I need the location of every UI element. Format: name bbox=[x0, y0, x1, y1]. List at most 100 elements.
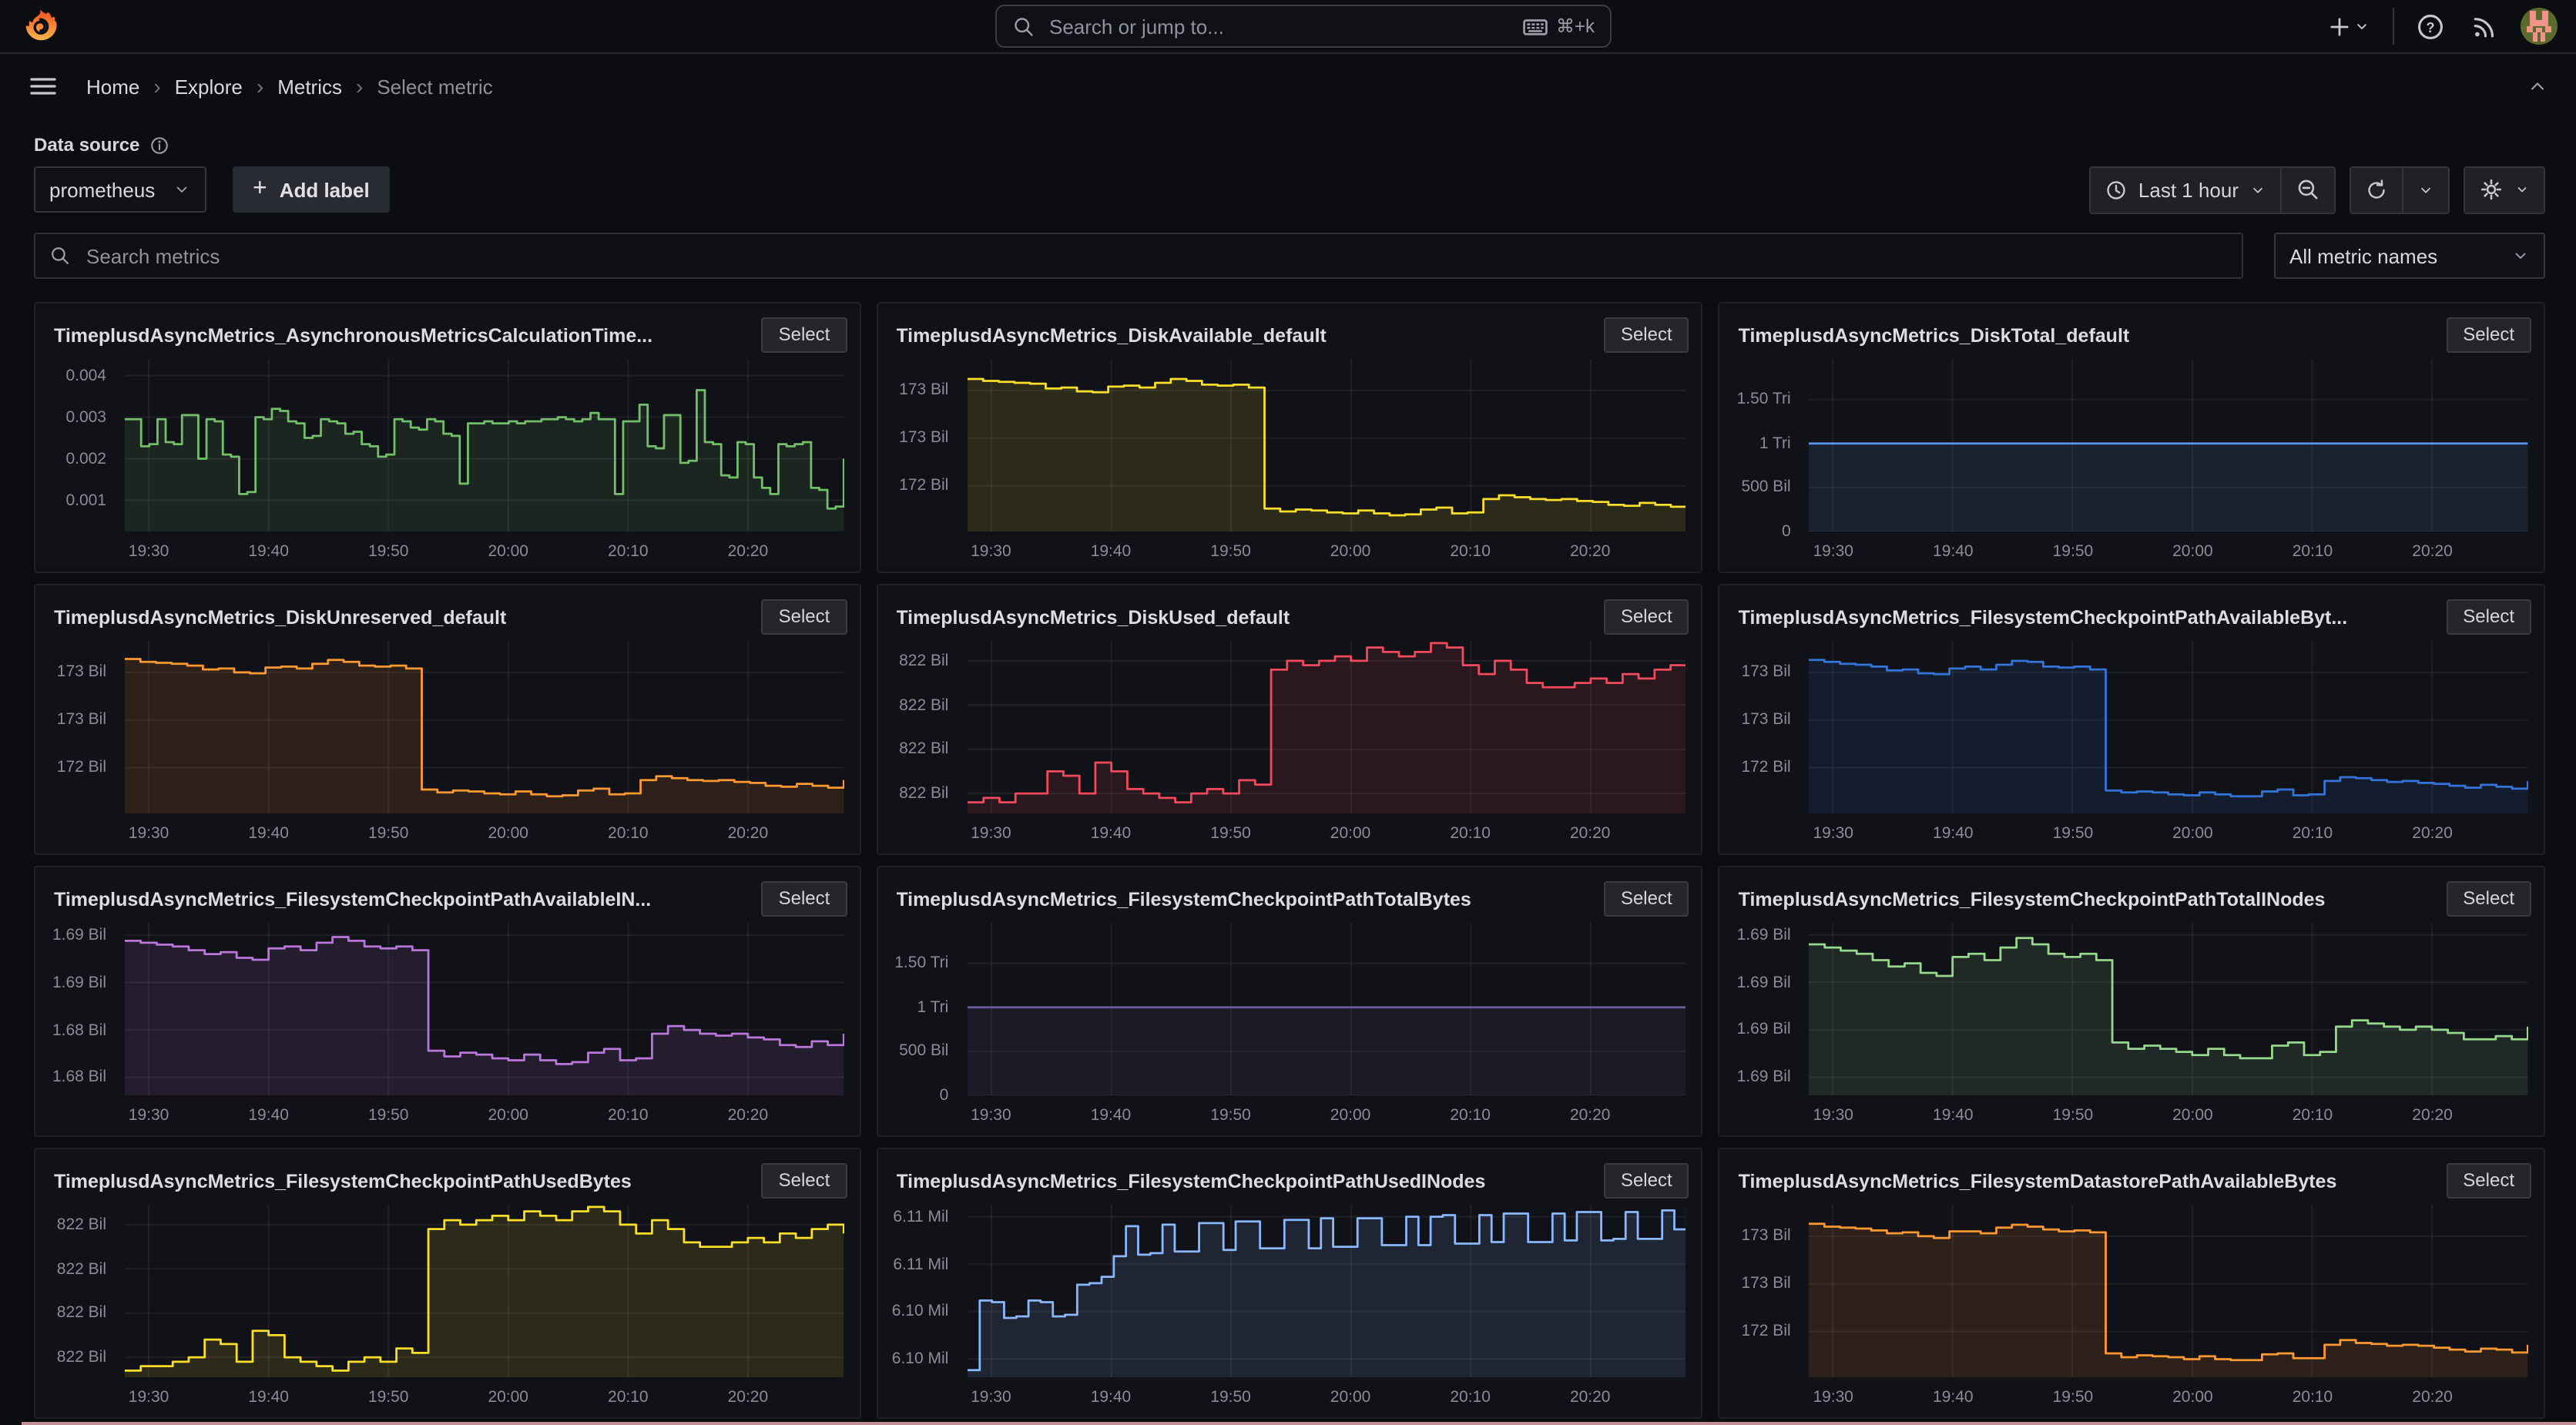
breadcrumb-separator: › bbox=[356, 74, 364, 99]
x-axis-label: 20:20 bbox=[1569, 542, 1611, 561]
metric-panel: TimeplusdAsyncMetrics_DiskUsed_default S… bbox=[876, 584, 1703, 855]
y-axis-label: 1.50 Tri bbox=[1736, 390, 1791, 409]
x-axis-label: 19:50 bbox=[2052, 542, 2094, 561]
panel-select-button[interactable]: Select bbox=[761, 317, 847, 353]
panel-header: TimeplusdAsyncMetrics_AsynchronousMetric… bbox=[35, 303, 859, 356]
x-axis-label: 19:30 bbox=[971, 542, 1011, 561]
top-search-input[interactable] bbox=[1046, 13, 1511, 39]
zoom-out-button[interactable] bbox=[2280, 167, 2334, 212]
breadcrumb-separator: › bbox=[256, 74, 264, 99]
metric-names-filter[interactable]: All metric names bbox=[2274, 233, 2545, 279]
time-series-chart bbox=[1809, 359, 2528, 531]
chevron-down-icon bbox=[2357, 24, 2366, 29]
panel-select-button[interactable]: Select bbox=[1603, 317, 1689, 353]
panel-select-button[interactable]: Select bbox=[1603, 1163, 1689, 1199]
collapse-icon[interactable] bbox=[2524, 72, 2551, 100]
y-axis-label: 1.69 Bil bbox=[1736, 973, 1791, 992]
x-axis-label: 19:40 bbox=[1933, 542, 1974, 561]
time-series-chart bbox=[967, 923, 1686, 1095]
divider bbox=[2393, 8, 2394, 45]
y-axis: 173 Bil 173 Bil 172 Bil bbox=[35, 641, 116, 813]
new-button[interactable] bbox=[2323, 10, 2374, 42]
add-label-text: Add label bbox=[279, 178, 370, 201]
panel-select-button[interactable]: Select bbox=[761, 881, 847, 917]
x-axis-label: 20:00 bbox=[2172, 824, 2213, 843]
time-series-chart bbox=[967, 641, 1686, 813]
refresh-button[interactable] bbox=[2351, 167, 2402, 212]
chart-plot-area bbox=[125, 923, 844, 1095]
data-source-picker[interactable]: prometheus bbox=[34, 166, 206, 213]
grafana-logo-icon[interactable] bbox=[22, 8, 59, 45]
x-axis-label: 20:10 bbox=[608, 542, 649, 561]
x-axis-label: 19:50 bbox=[367, 1106, 409, 1125]
breadcrumb-separator: › bbox=[153, 74, 161, 99]
chart-plot-area bbox=[1809, 1205, 2528, 1377]
breadcrumb-metrics[interactable]: Metrics bbox=[277, 75, 342, 98]
keyboard-shortcut-hint: ⌘+k bbox=[1522, 13, 1595, 39]
info-icon[interactable] bbox=[149, 135, 169, 155]
chart-plot-area bbox=[1809, 359, 2528, 531]
time-range-button[interactable]: Last 1 hour bbox=[2091, 167, 2280, 212]
bottom-edge-strip bbox=[22, 1421, 2576, 1425]
x-axis-label: 20:10 bbox=[1450, 1388, 1491, 1407]
y-axis-label: 1.69 Bil bbox=[52, 973, 106, 992]
help-icon[interactable]: ? bbox=[2413, 8, 2448, 44]
y-axis: 1.69 Bil 1.69 Bil 1.68 Bil 1.68 Bil bbox=[35, 923, 116, 1095]
user-avatar[interactable] bbox=[2521, 8, 2558, 45]
metric-panel: TimeplusdAsyncMetrics_DiskUnreserved_def… bbox=[34, 584, 861, 855]
panel-select-button[interactable]: Select bbox=[1603, 881, 1689, 917]
time-series-chart bbox=[125, 1205, 844, 1377]
settings-button[interactable] bbox=[2465, 167, 2544, 212]
x-axis-label: 19:40 bbox=[248, 824, 289, 843]
menu-icon[interactable] bbox=[25, 68, 62, 105]
y-axis-label: 173 Bil bbox=[1741, 662, 1791, 682]
x-axis-label: 19:40 bbox=[1090, 824, 1132, 843]
panel-select-button[interactable]: Select bbox=[2446, 599, 2531, 635]
panel-select-button[interactable]: Select bbox=[2446, 881, 2531, 917]
y-axis-label: 0.001 bbox=[65, 491, 106, 510]
x-axis-label: 20:00 bbox=[1330, 542, 1371, 561]
x-axis-label: 20:10 bbox=[2292, 824, 2333, 843]
x-axis-label: 20:20 bbox=[1569, 1106, 1611, 1125]
x-axis-label: 20:20 bbox=[727, 542, 769, 561]
x-axis: 19:30 19:40 19:50 20:00 20:10 20:20 bbox=[125, 1388, 844, 1410]
panel-title: TimeplusdAsyncMetrics_DiskUsed_default bbox=[896, 606, 1290, 628]
breadcrumb-explore[interactable]: Explore bbox=[175, 75, 243, 98]
x-axis: 19:30 19:40 19:50 20:00 20:10 20:20 bbox=[967, 1106, 1685, 1128]
refresh-group bbox=[2350, 166, 2450, 213]
y-axis-label: 0.004 bbox=[65, 366, 106, 385]
panel-title: TimeplusdAsyncMetrics_DiskTotal_default bbox=[1738, 324, 2130, 346]
refresh-icon bbox=[2368, 179, 2385, 198]
x-axis-label: 20:10 bbox=[1450, 824, 1491, 843]
y-axis-label: 822 Bil bbox=[56, 1348, 106, 1367]
top-search-box[interactable]: ⌘+k bbox=[995, 5, 1612, 48]
add-label-button[interactable]: + Add label bbox=[233, 166, 390, 213]
panel-select-button[interactable]: Select bbox=[2446, 1163, 2531, 1199]
x-axis-label: 20:00 bbox=[488, 1388, 528, 1407]
x-axis-label: 20:10 bbox=[608, 824, 649, 843]
panel-select-button[interactable]: Select bbox=[2446, 317, 2531, 353]
metrics-search-box[interactable] bbox=[34, 233, 2243, 279]
panel-select-button[interactable]: Select bbox=[1603, 599, 1689, 635]
refresh-interval-dropdown[interactable] bbox=[2402, 167, 2448, 212]
x-axis: 19:30 19:40 19:50 20:00 20:10 20:20 bbox=[1810, 1106, 2528, 1128]
x-axis-label: 20:10 bbox=[1450, 1106, 1491, 1125]
y-axis-label: 6.10 Mil bbox=[891, 1350, 949, 1369]
metric-panel: TimeplusdAsyncMetrics_AsynchronousMetric… bbox=[34, 302, 861, 573]
y-axis-label: 0 bbox=[939, 1086, 949, 1105]
time-series-chart bbox=[1809, 1205, 2528, 1377]
panel-select-button[interactable]: Select bbox=[761, 1163, 847, 1199]
panel-title: TimeplusdAsyncMetrics_FilesystemCheckpoi… bbox=[1738, 888, 2326, 910]
panel-title: TimeplusdAsyncMetrics_FilesystemCheckpoi… bbox=[896, 1170, 1486, 1192]
y-axis: 1.50 Tri 1 Tri 500 Bil 0 bbox=[877, 923, 958, 1105]
panel-select-button[interactable]: Select bbox=[761, 599, 847, 635]
x-axis-label: 19:50 bbox=[2052, 824, 2094, 843]
news-icon[interactable] bbox=[2467, 8, 2502, 44]
x-axis-label: 19:30 bbox=[1813, 1388, 1853, 1407]
breadcrumb-home[interactable]: Home bbox=[86, 75, 139, 98]
chevron-down-icon bbox=[176, 186, 187, 193]
x-axis-label: 19:40 bbox=[248, 1388, 289, 1407]
metrics-search-input[interactable] bbox=[83, 243, 2228, 269]
y-axis-label: 1.69 Bil bbox=[52, 926, 106, 944]
x-axis-label: 19:30 bbox=[128, 1106, 169, 1125]
